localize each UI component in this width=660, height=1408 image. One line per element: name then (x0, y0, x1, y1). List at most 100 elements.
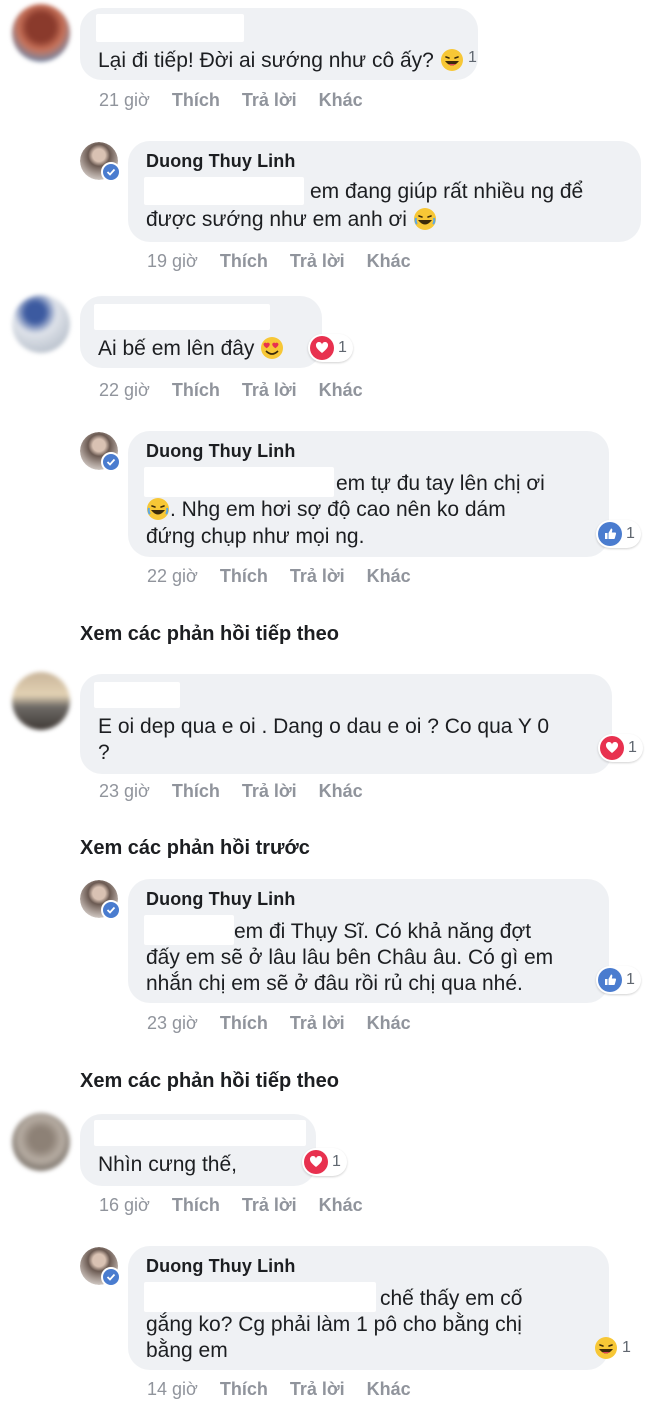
timestamp: 14 giờ (147, 1379, 198, 1399)
like-link[interactable]: Thích (220, 1379, 268, 1400)
like-link[interactable]: Thích (220, 1013, 268, 1034)
reaction-count: 1 (622, 1339, 631, 1356)
reaction-count: 1 (626, 971, 635, 988)
reaction-count: 1 (338, 339, 347, 356)
author-name[interactable]: Duong Thuy Linh (146, 889, 295, 910)
timestamp: 19 giờ (147, 251, 198, 271)
like-link[interactable]: Thích (172, 380, 220, 401)
reply-text-line: chế thấy em cố (380, 1287, 523, 1310)
heart-eyes-emoji-icon (261, 336, 284, 359)
haha-emoji-icon (440, 48, 463, 71)
reply-meta: 19 giờ Thích Trả lời Khác (147, 251, 433, 272)
haha-emoji-icon (147, 497, 169, 520)
like-link[interactable]: Thích (220, 251, 268, 272)
reaction-summary[interactable]: 1 (598, 734, 643, 762)
reaction-count: 1 (332, 1153, 341, 1170)
reply-meta: 14 giờ Thích Trả lời Khác (147, 1379, 433, 1400)
verified-badge-icon (101, 900, 121, 920)
reply-link[interactable]: Trả lời (290, 251, 345, 272)
comment-bubble: Nhìn cưng thế, (80, 1114, 316, 1186)
verified-badge-icon (101, 1267, 121, 1287)
comment-text: Ai bế em lên đây (98, 337, 255, 360)
like-link[interactable]: Thích (172, 90, 220, 111)
reply-link[interactable]: Trả lời (290, 566, 345, 587)
reply-text-line: đấy em sẽ ở lâu lâu bên Châu âu. Có gì e… (146, 946, 554, 969)
reaction-summary[interactable]: 1 (464, 44, 483, 72)
timestamp: 23 giờ (147, 1013, 198, 1033)
haha-emoji-icon (595, 1337, 617, 1359)
like-link[interactable]: Thích (172, 781, 220, 802)
more-link[interactable]: Khác (367, 1013, 411, 1034)
timestamp: 23 giờ (99, 781, 150, 801)
author-name[interactable]: Duong Thuy Linh (146, 151, 295, 172)
like-link[interactable]: Thích (172, 1195, 220, 1216)
comment-meta: 16 giờ Thích Trả lời Khác (99, 1195, 385, 1216)
reply-text-line: . Nhg em hơi sợ độ cao nên ko dám (170, 498, 506, 521)
reply-link[interactable]: Trả lời (290, 1013, 345, 1034)
view-previous-replies-link[interactable]: Xem các phản hồi trước (80, 837, 310, 860)
reply-text-line: bằng em (146, 1339, 228, 1362)
more-link[interactable]: Khác (367, 251, 411, 272)
verified-badge-icon (101, 452, 121, 472)
reply-text-line: nhắn chị em sẽ ở đâu rồi rủ chị qua nhé. (146, 972, 523, 995)
reaction-count: 1 (626, 525, 635, 542)
commenter-avatar[interactable] (12, 295, 70, 353)
timestamp: 16 giờ (99, 1195, 150, 1215)
reply-meta: 22 giờ Thích Trả lời Khác (147, 566, 433, 587)
comment-bubble: E oi dep qua e oi . Dang o dau e oi ? Co… (80, 674, 612, 774)
commenter-avatar[interactable] (12, 1113, 70, 1171)
more-link[interactable]: Khác (319, 1195, 363, 1216)
comment-meta: 22 giờ Thích Trả lời Khác (99, 380, 385, 401)
view-more-replies-link[interactable]: Xem các phản hồi tiếp theo (80, 1070, 339, 1093)
redacted-name (94, 682, 180, 708)
more-link[interactable]: Khác (367, 566, 411, 587)
reaction-summary[interactable]: 1 (596, 520, 641, 548)
reply-link[interactable]: Trả lời (290, 1379, 345, 1400)
redacted-name (94, 304, 270, 330)
reply-link[interactable]: Trả lời (242, 781, 297, 802)
like-reaction-icon (598, 968, 622, 992)
verified-badge-icon (101, 162, 121, 182)
redacted-mention (144, 1282, 376, 1312)
reaction-count: 1 (468, 49, 477, 66)
reaction-summary[interactable]: 1 (592, 1334, 637, 1362)
reaction-count: 1 (628, 739, 637, 756)
more-link[interactable]: Khác (319, 90, 363, 111)
redacted-name (94, 1120, 306, 1146)
view-more-replies-link[interactable]: Xem các phản hồi tiếp theo (80, 623, 339, 646)
comment-meta: 21 giờ Thích Trả lời Khác (99, 90, 385, 111)
redacted-name (96, 14, 244, 42)
more-link[interactable]: Khác (319, 781, 363, 802)
author-name[interactable]: Duong Thuy Linh (146, 441, 295, 462)
reply-link[interactable]: Trả lời (242, 90, 297, 111)
reply-bubble: Duong Thuy Linh chế thấy em cố gắng ko? … (128, 1246, 609, 1370)
love-reaction-icon (310, 336, 334, 360)
redacted-mention (144, 467, 334, 497)
reply-bubble: Duong Thuy Linh em đi Thụy Sĩ. Có khả nă… (128, 879, 609, 1003)
author-name[interactable]: Duong Thuy Linh (146, 1256, 295, 1277)
reaction-summary[interactable]: 1 (596, 966, 641, 994)
commenter-avatar[interactable] (12, 4, 70, 62)
more-link[interactable]: Khác (367, 1379, 411, 1400)
haha-emoji-icon (413, 207, 436, 230)
reply-bubble: Duong Thuy Linh em đang giúp rất nhiều n… (128, 141, 641, 242)
reply-link[interactable]: Trả lời (242, 1195, 297, 1216)
redacted-mention (144, 915, 234, 945)
reaction-summary[interactable]: 1 (302, 1148, 347, 1176)
more-link[interactable]: Khác (319, 380, 363, 401)
reply-meta: 23 giờ Thích Trả lời Khác (147, 1013, 433, 1034)
comment-meta: 23 giờ Thích Trả lời Khác (99, 781, 385, 802)
like-reaction-icon (598, 522, 622, 546)
reply-bubble: Duong Thuy Linh em tự đu tay lên chị ơi … (128, 431, 609, 557)
timestamp: 21 giờ (99, 90, 150, 110)
reply-text-line: em tự đu tay lên chị ơi (336, 472, 545, 495)
reply-link[interactable]: Trả lời (242, 380, 297, 401)
reply-text-line: gắng ko? Cg phải làm 1 pô cho bằng chị (146, 1313, 522, 1336)
redacted-mention (144, 177, 304, 205)
commenter-avatar[interactable] (12, 672, 70, 730)
timestamp: 22 giờ (99, 380, 150, 400)
comment-text: Lại đi tiếp! Đời ai sướng như cô ấy? (98, 49, 434, 72)
like-link[interactable]: Thích (220, 566, 268, 587)
reaction-summary[interactable]: 1 (308, 334, 353, 362)
reply-text-line: em đang giúp rất nhiều ng để (310, 180, 584, 203)
